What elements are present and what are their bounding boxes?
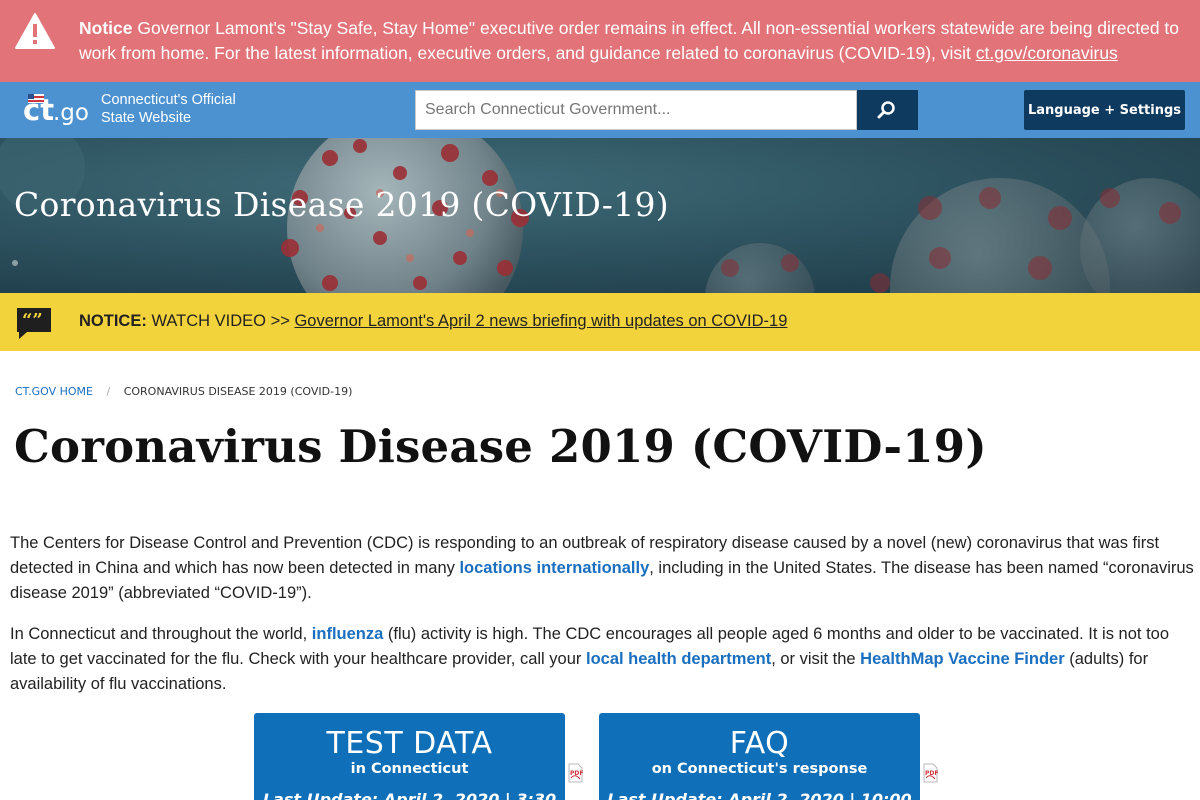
site-label: Connecticut's Official State Website: [101, 91, 236, 127]
faq-subtitle: on Connecticut's response: [651, 761, 868, 777]
test-data-title: TEST DATA: [326, 726, 493, 761]
news-briefing-link[interactable]: Governor Lamont's April 2 news briefing …: [294, 312, 787, 330]
breadcrumb-home-link[interactable]: CT.GOV HOME: [15, 385, 93, 398]
flu-paragraph: In Connecticut and throughout the world,…: [10, 622, 1195, 697]
intro-paragraph: The Centers for Disease Control and Prev…: [10, 531, 1195, 606]
locations-internationally-link[interactable]: locations internationally: [459, 559, 649, 577]
site-label-line1: Connecticut's Official: [101, 92, 236, 108]
warning-icon: [15, 13, 55, 49]
pdf-icon[interactable]: PDF: [566, 763, 584, 783]
site-header: ct .gov Connecticut's Official State Web…: [0, 82, 1200, 138]
alert-label: Notice: [79, 18, 133, 38]
notice-message: NOTICE: WATCH VIDEO >> Governor Lamont's…: [79, 312, 787, 331]
faq-card[interactable]: FAQ on Connecticut's response Last Updat…: [599, 713, 920, 800]
breadcrumb-separator: /: [106, 385, 111, 398]
test-data-update: Last Update: April 2, 2020 | 3:30 p.m.: [262, 790, 557, 800]
ct-gov-logo[interactable]: ct .gov: [22, 89, 88, 131]
hero-title: Coronavirus Disease 2019 (COVID-19): [14, 185, 669, 224]
healthmap-vaccine-finder-link[interactable]: HealthMap Vaccine Finder: [860, 650, 1064, 668]
site-label-line2: State Website: [101, 110, 192, 126]
language-settings-button[interactable]: Language + Settings: [1024, 90, 1185, 130]
notice-prefix: WATCH VIDEO >>: [151, 312, 290, 330]
search-button[interactable]: [857, 90, 918, 130]
search-icon: [877, 101, 895, 119]
page-title: Coronavirus Disease 2019 (COVID-19): [14, 420, 987, 473]
breadcrumb: CT.GOV HOME / CORONAVIRUS DISEASE 2019 (…: [15, 385, 352, 398]
alert-message: Notice Governor Lamont's "Stay Safe, Sta…: [79, 16, 1179, 66]
test-data-subtitle: in Connecticut: [350, 761, 469, 777]
hero-banner: Coronavirus Disease 2019 (COVID-19): [0, 138, 1200, 293]
search-input[interactable]: [415, 90, 857, 130]
notice-bar: “” NOTICE: WATCH VIDEO >> Governor Lamon…: [0, 293, 1200, 351]
para2-before: In Connecticut and throughout the world,: [10, 625, 312, 643]
notice-label: NOTICE:: [79, 312, 147, 330]
svg-text:“”: “”: [22, 310, 43, 331]
local-health-department-link[interactable]: local health department: [586, 650, 771, 668]
influenza-link[interactable]: influenza: [312, 625, 384, 643]
svg-text:.gov: .gov: [53, 100, 88, 126]
breadcrumb-current: CORONAVIRUS DISEASE 2019 (COVID-19): [123, 385, 353, 398]
pdf-icon[interactable]: PDF: [921, 763, 939, 783]
para2-mid2: , or visit the: [771, 650, 861, 668]
emergency-notice-banner: Notice Governor Lamont's "Stay Safe, Sta…: [0, 0, 1200, 82]
faq-title: FAQ: [729, 726, 790, 761]
test-data-card[interactable]: TEST DATA in Connecticut Last Update: Ap…: [254, 713, 565, 800]
quote-icon: “”: [17, 308, 51, 339]
coronavirus-link[interactable]: ct.gov/coronavirus: [976, 43, 1118, 63]
faq-update: Last Update: April 2, 2020 | 10:00 p.m.: [607, 790, 912, 800]
